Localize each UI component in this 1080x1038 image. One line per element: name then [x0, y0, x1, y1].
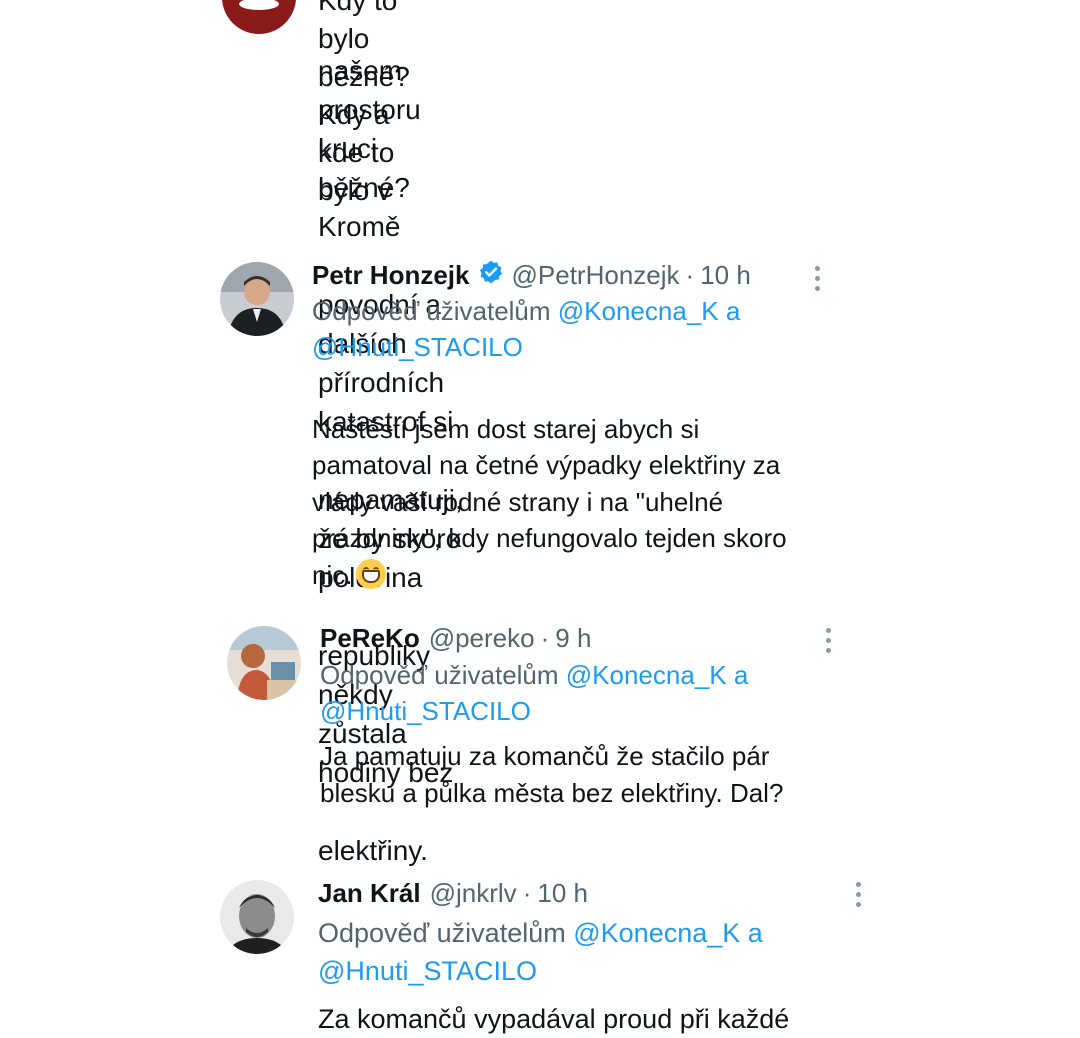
avatar-petr-honzejk[interactable]	[220, 262, 294, 336]
profile-photo	[220, 262, 294, 336]
author-name[interactable]: Petr Honzejk	[312, 260, 470, 291]
mention-conjunction: a	[725, 296, 741, 326]
separator-dot: ·	[540, 622, 550, 653]
tweet-2-body: Ja pamatuju za komančů že stačilo pár bl…	[320, 741, 784, 808]
tweet-0-line: elektřiny.	[318, 835, 428, 866]
grinning-face-emoji-icon	[356, 558, 387, 589]
verified-badge-icon	[478, 259, 504, 292]
profile-photo	[227, 626, 301, 700]
reply-prefix: Odpověď uživatelům	[320, 660, 559, 690]
more-options-icon[interactable]	[854, 882, 862, 907]
profile-photo	[220, 880, 294, 954]
avatar-hnuti-stacilo[interactable]	[222, 0, 296, 34]
author-name[interactable]: Jan Král	[318, 878, 421, 909]
author-handle[interactable]: @jnkrlv	[430, 878, 517, 909]
tweet-1-text: Naštěstí jsem dost starej abych si pamat…	[312, 413, 787, 590]
separator-dot: ·	[522, 877, 532, 908]
tweet-0-line: našem prostoru kruci běžné? Kromě	[318, 55, 421, 242]
reply-to-line: Odpověď uživatelům @Konecna_K a @Hnuti_S…	[312, 294, 832, 365]
reply-prefix: Odpověď uživatelům	[312, 296, 551, 326]
mention-conjunction: a	[747, 918, 763, 948]
avatar-jan-kral[interactable]	[220, 880, 294, 954]
reply-to-line: Odpověď uživatelům @Konecna_K a @Hnuti_S…	[320, 658, 840, 729]
tweet-3-header: Jan Král @jnkrlv · 10 h	[318, 876, 588, 910]
mention-link[interactable]: @Hnuti_STACILO	[320, 696, 531, 726]
tweet-2-header: PeReKo @pereko · 9 h	[320, 621, 591, 655]
tweet-1-body: Naštěstí jsem dost starej abych si pamat…	[312, 374, 852, 593]
stacilo-logo	[222, 0, 296, 34]
mention-link[interactable]: @Konecna_K	[558, 296, 719, 326]
reply-prefix: Odpověď uživatelům	[318, 918, 566, 948]
mention-link[interactable]: @Hnuti_STACILO	[318, 956, 537, 986]
tweet-time[interactable]: 10 h	[700, 260, 751, 291]
reply-to-line: Odpověď uživatelům @Konecna_K a @Hnuti_S…	[318, 914, 858, 991]
mention-link[interactable]: @Konecna_K	[573, 918, 740, 948]
author-handle[interactable]: @pereko	[429, 623, 535, 654]
tweet-1-header: Petr Honzejk @PetrHonzejk · 10 h	[312, 258, 751, 292]
avatar-pereko[interactable]	[227, 626, 301, 700]
mention-conjunction: a	[733, 660, 749, 690]
mention-link[interactable]: @Konecna_K	[566, 660, 727, 690]
author-handle[interactable]: @PetrHonzejk	[512, 260, 680, 291]
mention-link[interactable]: @Hnuti_STACILO	[312, 332, 523, 362]
more-options-icon[interactable]	[824, 628, 832, 653]
tweet-3-body-partial: Za komančů vypadával proud při každé	[318, 1004, 790, 1034]
separator-dot: ·	[685, 259, 695, 290]
more-options-icon[interactable]	[813, 266, 821, 291]
tweet-time[interactable]: 9 h	[555, 623, 591, 654]
author-name[interactable]: PeReKo	[320, 623, 420, 654]
tweet-time[interactable]: 10 h	[537, 878, 588, 909]
